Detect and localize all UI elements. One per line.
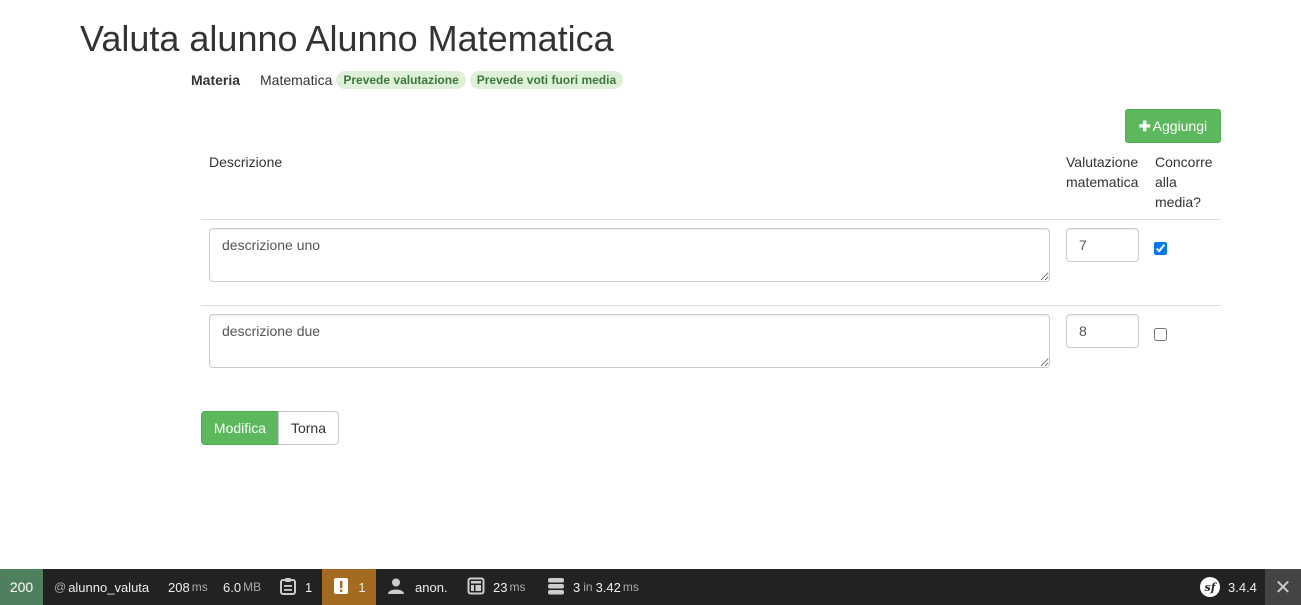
database-icon xyxy=(547,577,565,598)
warning-icon xyxy=(332,577,350,598)
db-unit: ms xyxy=(622,580,639,594)
db-time: 3.42 xyxy=(595,579,621,595)
back-button[interactable]: Torna xyxy=(278,411,339,445)
description-field[interactable]: descrizione uno xyxy=(209,228,1050,282)
symfony-version[interactable]: sf 3.4.4 xyxy=(1200,569,1257,605)
memory-value: 6.0 xyxy=(223,579,242,595)
memory-unit: MB xyxy=(243,580,262,594)
forms-info[interactable]: 1 xyxy=(279,569,312,605)
add-button[interactable]: ✚ Aggiungi xyxy=(1125,109,1221,143)
column-header-description: Descrizione xyxy=(209,154,283,170)
description-field[interactable]: descrizione due xyxy=(209,314,1050,368)
forms-icon xyxy=(279,577,297,598)
column-header-grade: Valutazione matematica xyxy=(1066,154,1139,190)
symfony-logo-icon: sf xyxy=(1200,577,1220,597)
column-header-average: Concorre alla media? xyxy=(1155,154,1213,210)
add-button-label: Aggiungi xyxy=(1152,118,1208,134)
route-info[interactable]: @ alunno_valuta xyxy=(52,569,149,605)
version-value: 3.4.4 xyxy=(1228,579,1257,595)
debug-toolbar: 200 @ alunno_valuta 208 ms 6.0 MB 1 1 an… xyxy=(0,569,1301,605)
time-info[interactable]: 208 ms xyxy=(168,569,208,605)
user-icon xyxy=(387,577,405,598)
table-divider xyxy=(201,305,1221,306)
memory-info[interactable]: 6.0 MB xyxy=(223,569,261,605)
route-name: alunno_valuta xyxy=(68,579,150,595)
subject-label: Materia xyxy=(191,72,241,88)
warnings-count: 1 xyxy=(358,579,366,595)
submit-button[interactable]: Modifica xyxy=(201,411,279,445)
render-time: 23 xyxy=(493,579,508,595)
plus-icon: ✚ xyxy=(1138,118,1151,134)
warnings-info[interactable]: 1 xyxy=(322,569,376,605)
db-queries: 3 xyxy=(573,579,581,595)
grade-field[interactable] xyxy=(1066,314,1139,348)
database-info[interactable]: 3 in 3.42 ms xyxy=(547,569,639,605)
template-icon xyxy=(467,577,485,598)
table-divider xyxy=(201,219,1221,220)
close-icon[interactable]: ✕ xyxy=(1265,569,1301,605)
render-unit: ms xyxy=(509,580,526,594)
time-unit: ms xyxy=(191,580,208,594)
counts-in-average-checkbox[interactable] xyxy=(1154,328,1167,341)
subject-value: Matematica xyxy=(260,72,333,88)
at-icon: @ xyxy=(54,580,67,594)
subject-info: Materia Matematica Prevede valutazione P… xyxy=(191,70,627,90)
badge-out-of-average: Prevede voti fuori media xyxy=(469,71,624,89)
time-value: 208 xyxy=(168,579,190,595)
user-info[interactable]: anon. xyxy=(387,569,448,605)
grade-field[interactable] xyxy=(1066,228,1139,262)
status-code[interactable]: 200 xyxy=(0,569,43,605)
render-info[interactable]: 23 ms xyxy=(467,569,525,605)
forms-count: 1 xyxy=(305,579,313,595)
badge-evaluation: Prevede valutazione xyxy=(336,71,466,89)
user-name: anon. xyxy=(415,579,448,595)
counts-in-average-checkbox[interactable] xyxy=(1154,242,1167,255)
db-in: in xyxy=(583,580,593,594)
page-title: Valuta alunno Alunno Matematica xyxy=(80,18,614,59)
